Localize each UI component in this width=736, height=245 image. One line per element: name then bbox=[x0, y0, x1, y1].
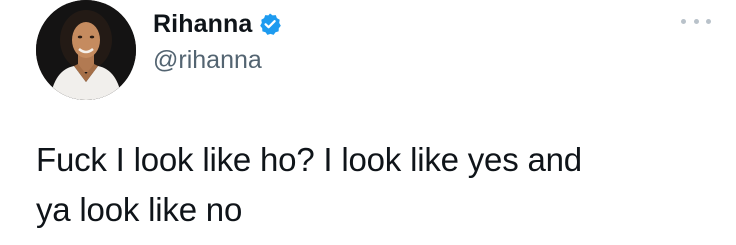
tweet-card: Rihanna @rihanna Fuck I look like ho? I … bbox=[0, 0, 736, 245]
name-row: Rihanna bbox=[153, 8, 282, 40]
tweet-text: Fuck I look like ho? I look like yes and… bbox=[36, 141, 582, 228]
more-horizontal-icon[interactable] bbox=[681, 14, 711, 28]
tweet-header: Rihanna @rihanna bbox=[153, 8, 282, 75]
dot-icon bbox=[706, 18, 711, 24]
display-name[interactable]: Rihanna bbox=[153, 8, 252, 40]
profile-photo-icon bbox=[36, 0, 136, 100]
verified-badge-icon bbox=[258, 12, 282, 36]
dot-icon bbox=[693, 18, 699, 24]
avatar[interactable] bbox=[36, 0, 136, 100]
username-handle[interactable]: @rihanna bbox=[153, 45, 282, 75]
dot-icon bbox=[681, 18, 686, 24]
